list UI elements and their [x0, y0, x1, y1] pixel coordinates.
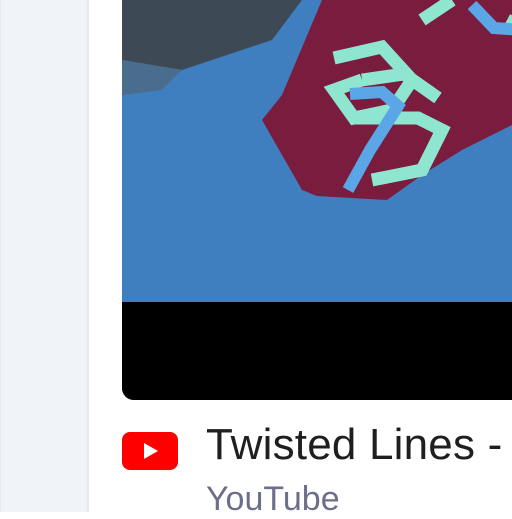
result-source[interactable]: YouTube [206, 480, 340, 519]
youtube-logo-icon [122, 432, 178, 470]
search-result[interactable]: Twisted Lines - YouTube [122, 420, 512, 518]
thumbnail-image [122, 0, 512, 400]
result-title[interactable]: Twisted Lines - [206, 420, 502, 470]
video-thumbnail[interactable] [122, 0, 512, 400]
left-panel-card [0, 0, 89, 512]
left-panel [0, 0, 89, 512]
